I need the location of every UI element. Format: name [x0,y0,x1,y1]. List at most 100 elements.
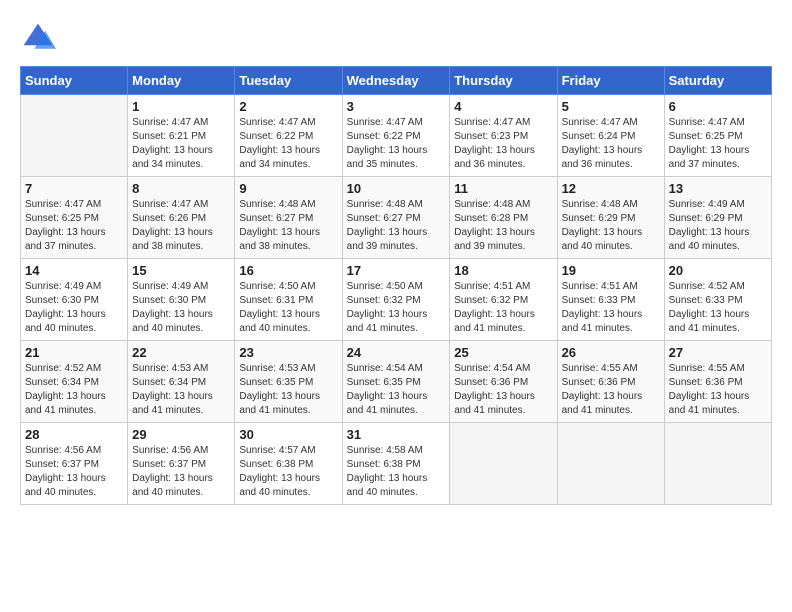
day-info: Sunrise: 4:47 AMSunset: 6:22 PMDaylight:… [239,116,337,172]
day-info: Sunrise: 4:55 AMSunset: 6:36 PMDaylight:… [669,362,767,418]
header-tuesday: Tuesday [235,67,342,95]
day-number: 21 [25,345,123,360]
calendar-cell: 20 Sunrise: 4:52 AMSunset: 6:33 PMDayligh… [664,259,771,341]
day-info: Sunrise: 4:47 AMSunset: 6:25 PMDaylight:… [669,116,767,172]
day-info: Sunrise: 4:47 AMSunset: 6:21 PMDaylight:… [132,116,230,172]
header-thursday: Thursday [450,67,557,95]
calendar-cell: 11 Sunrise: 4:48 AMSunset: 6:28 PMDayligh… [450,177,557,259]
calendar-cell [21,95,128,177]
day-info: Sunrise: 4:51 AMSunset: 6:33 PMDaylight:… [562,280,660,336]
day-number: 5 [562,99,660,114]
day-number: 24 [347,345,446,360]
calendar-cell: 1 Sunrise: 4:47 AMSunset: 6:21 PMDaylight… [128,95,235,177]
day-info: Sunrise: 4:52 AMSunset: 6:34 PMDaylight:… [25,362,123,418]
calendar-cell: 12 Sunrise: 4:48 AMSunset: 6:29 PMDayligh… [557,177,664,259]
day-info: Sunrise: 4:51 AMSunset: 6:32 PMDaylight:… [454,280,552,336]
day-info: Sunrise: 4:48 AMSunset: 6:29 PMDaylight:… [562,198,660,254]
day-number: 4 [454,99,552,114]
day-info: Sunrise: 4:57 AMSunset: 6:38 PMDaylight:… [239,444,337,500]
day-number: 6 [669,99,767,114]
day-number: 17 [347,263,446,278]
calendar-cell: 31 Sunrise: 4:58 AMSunset: 6:38 PMDayligh… [342,423,450,505]
day-number: 16 [239,263,337,278]
calendar-cell: 25 Sunrise: 4:54 AMSunset: 6:36 PMDayligh… [450,341,557,423]
calendar-cell: 17 Sunrise: 4:50 AMSunset: 6:32 PMDayligh… [342,259,450,341]
day-number: 8 [132,181,230,196]
calendar-cell: 23 Sunrise: 4:53 AMSunset: 6:35 PMDayligh… [235,341,342,423]
calendar-cell: 27 Sunrise: 4:55 AMSunset: 6:36 PMDayligh… [664,341,771,423]
day-info: Sunrise: 4:58 AMSunset: 6:38 PMDaylight:… [347,444,446,500]
day-number: 11 [454,181,552,196]
day-number: 1 [132,99,230,114]
day-info: Sunrise: 4:48 AMSunset: 6:28 PMDaylight:… [454,198,552,254]
day-info: Sunrise: 4:54 AMSunset: 6:35 PMDaylight:… [347,362,446,418]
day-number: 9 [239,181,337,196]
day-number: 31 [347,427,446,442]
header-monday: Monday [128,67,235,95]
day-number: 28 [25,427,123,442]
day-info: Sunrise: 4:47 AMSunset: 6:22 PMDaylight:… [347,116,446,172]
header-saturday: Saturday [664,67,771,95]
day-number: 18 [454,263,552,278]
day-info: Sunrise: 4:47 AMSunset: 6:25 PMDaylight:… [25,198,123,254]
day-number: 20 [669,263,767,278]
calendar-cell [664,423,771,505]
day-number: 2 [239,99,337,114]
day-info: Sunrise: 4:49 AMSunset: 6:29 PMDaylight:… [669,198,767,254]
calendar-cell: 15Sunrise: 4:49 AMSunset: 6:30 PMDayligh… [128,259,235,341]
calendar-cell: 21 Sunrise: 4:52 AMSunset: 6:34 PMDayligh… [21,341,128,423]
day-number: 29 [132,427,230,442]
calendar-header-row: SundayMondayTuesdayWednesdayThursdayFrid… [21,67,772,95]
day-info: Sunrise: 4:47 AMSunset: 6:23 PMDaylight:… [454,116,552,172]
day-number: 23 [239,345,337,360]
calendar: SundayMondayTuesdayWednesdayThursdayFrid… [20,66,772,505]
day-number: 25 [454,345,552,360]
day-number: 12 [562,181,660,196]
header-sunday: Sunday [21,67,128,95]
calendar-cell: 10Sunrise: 4:48 AMSunset: 6:27 PMDayligh… [342,177,450,259]
calendar-cell: 14 Sunrise: 4:49 AMSunset: 6:30 PMDayligh… [21,259,128,341]
calendar-cell: 24 Sunrise: 4:54 AMSunset: 6:35 PMDayligh… [342,341,450,423]
week-row-1: 1 Sunrise: 4:47 AMSunset: 6:21 PMDaylight… [21,95,772,177]
day-info: Sunrise: 4:47 AMSunset: 6:24 PMDaylight:… [562,116,660,172]
day-number: 22 [132,345,230,360]
header [20,20,772,56]
calendar-cell: 28 Sunrise: 4:56 AMSunset: 6:37 PMDayligh… [21,423,128,505]
day-number: 27 [669,345,767,360]
calendar-cell: 22 Sunrise: 4:53 AMSunset: 6:34 PMDayligh… [128,341,235,423]
calendar-cell: 6 Sunrise: 4:47 AMSunset: 6:25 PMDaylight… [664,95,771,177]
calendar-cell [557,423,664,505]
logo-icon [20,20,56,56]
day-info: Sunrise: 4:53 AMSunset: 6:35 PMDaylight:… [239,362,337,418]
day-number: 26 [562,345,660,360]
day-number: 30 [239,427,337,442]
day-info: Sunrise: 4:48 AMSunset: 6:27 PMDaylight:… [239,198,337,254]
week-row-4: 21 Sunrise: 4:52 AMSunset: 6:34 PMDayligh… [21,341,772,423]
calendar-cell: 8 Sunrise: 4:47 AMSunset: 6:26 PMDaylight… [128,177,235,259]
calendar-cell: 7 Sunrise: 4:47 AMSunset: 6:25 PMDaylight… [21,177,128,259]
calendar-cell: 5 Sunrise: 4:47 AMSunset: 6:24 PMDaylight… [557,95,664,177]
calendar-cell: 29 Sunrise: 4:56 AMSunset: 6:37 PMDayligh… [128,423,235,505]
day-info: Sunrise: 4:53 AMSunset: 6:34 PMDaylight:… [132,362,230,418]
calendar-cell: 3 Sunrise: 4:47 AMSunset: 6:22 PMDaylight… [342,95,450,177]
day-info: Sunrise: 4:47 AMSunset: 6:26 PMDaylight:… [132,198,230,254]
header-friday: Friday [557,67,664,95]
calendar-cell: 26Sunrise: 4:55 AMSunset: 6:36 PMDayligh… [557,341,664,423]
week-row-5: 28 Sunrise: 4:56 AMSunset: 6:37 PMDayligh… [21,423,772,505]
day-number: 7 [25,181,123,196]
day-info: Sunrise: 4:56 AMSunset: 6:37 PMDaylight:… [132,444,230,500]
day-info: Sunrise: 4:54 AMSunset: 6:36 PMDaylight:… [454,362,552,418]
day-info: Sunrise: 4:50 AMSunset: 6:31 PMDaylight:… [239,280,337,336]
day-number: 3 [347,99,446,114]
calendar-cell: 9 Sunrise: 4:48 AMSunset: 6:27 PMDaylight… [235,177,342,259]
week-row-2: 7 Sunrise: 4:47 AMSunset: 6:25 PMDaylight… [21,177,772,259]
calendar-cell: 18 Sunrise: 4:51 AMSunset: 6:32 PMDayligh… [450,259,557,341]
day-number: 13 [669,181,767,196]
day-info: Sunrise: 4:52 AMSunset: 6:33 PMDaylight:… [669,280,767,336]
day-number: 14 [25,263,123,278]
logo [20,20,60,56]
day-info: Sunrise: 4:50 AMSunset: 6:32 PMDaylight:… [347,280,446,336]
calendar-cell: 19Sunrise: 4:51 AMSunset: 6:33 PMDayligh… [557,259,664,341]
day-info: Sunrise: 4:56 AMSunset: 6:37 PMDaylight:… [25,444,123,500]
day-info: Sunrise: 4:49 AMSunset: 6:30 PMDaylight:… [25,280,123,336]
